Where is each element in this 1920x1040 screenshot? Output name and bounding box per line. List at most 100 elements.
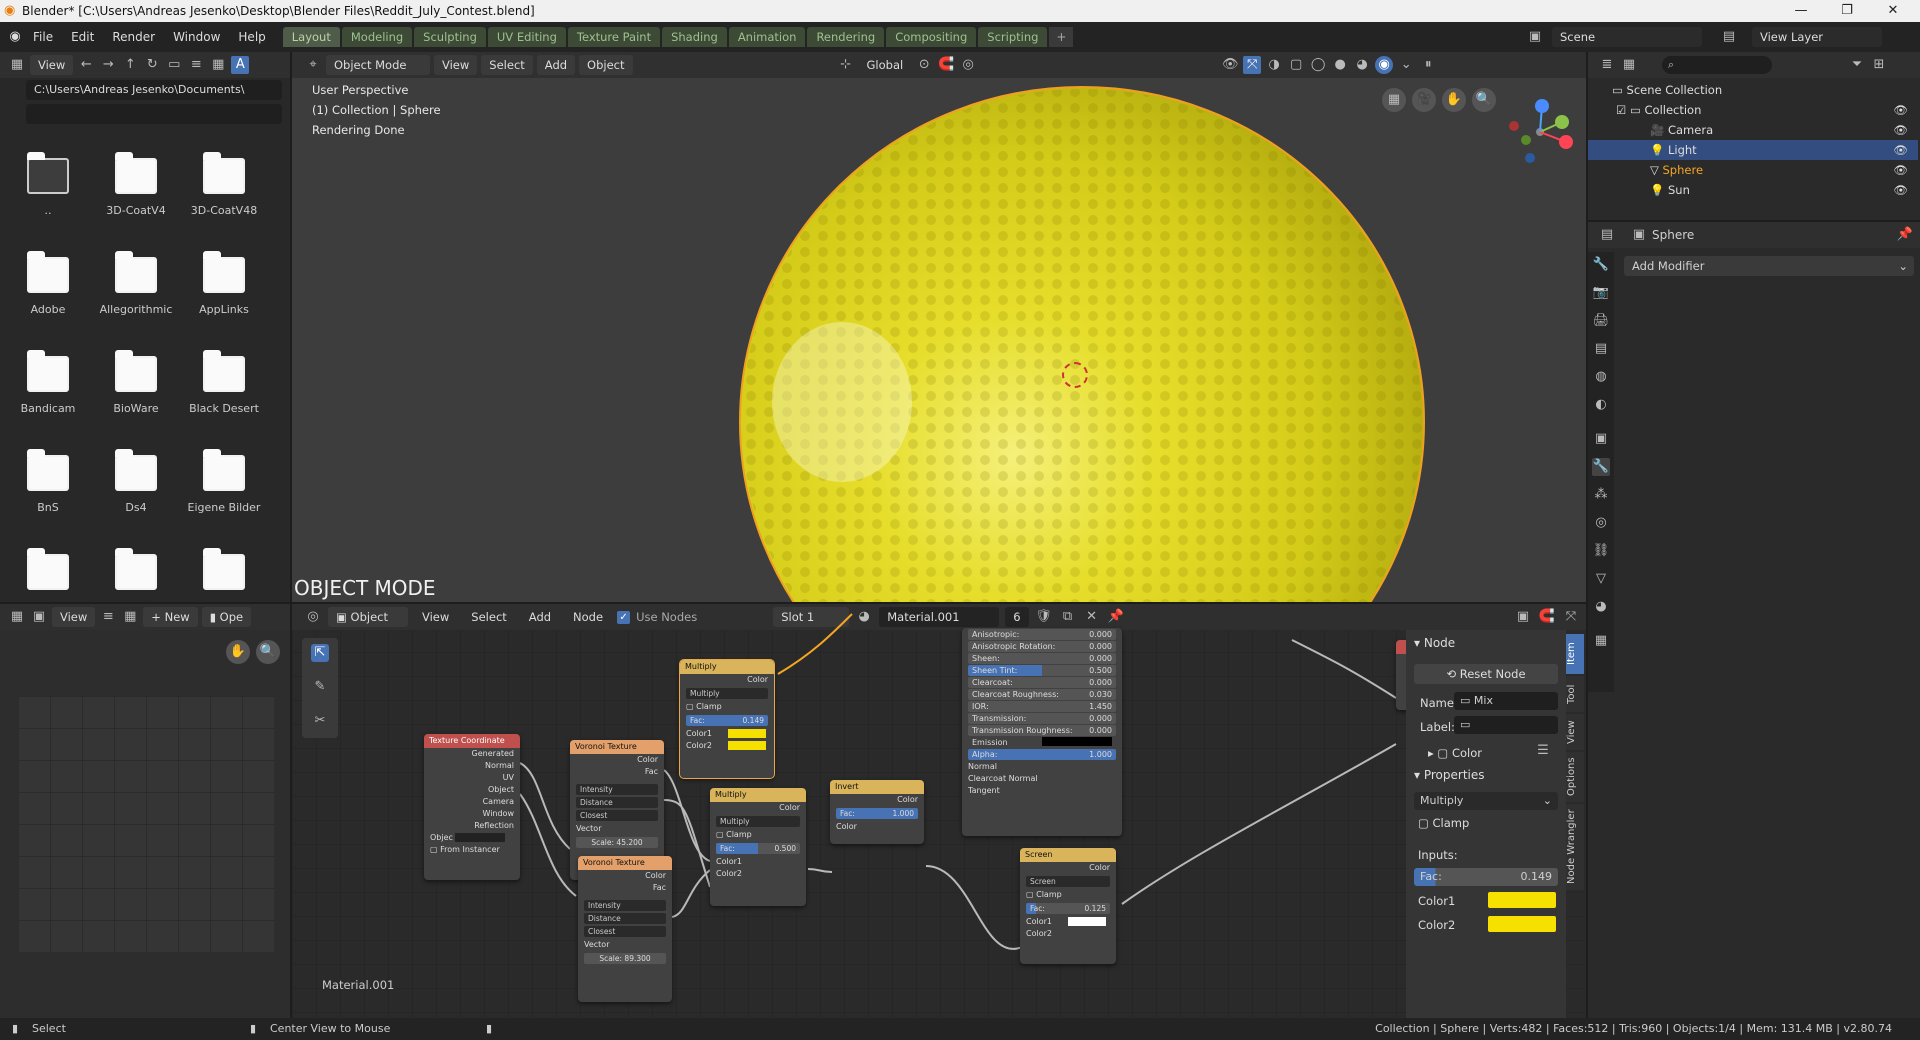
bsdf-field[interactable]: Clearcoat Roughness: 0.030 [968, 689, 1116, 700]
feature-dropdown[interactable]: Closest [584, 926, 666, 937]
node-editor[interactable]: ◎ ▣ Object View Select Add Node ✓ Use No… [292, 604, 1586, 1018]
outliner-item-sphere[interactable]: ▽ Sphere 👁 [1588, 160, 1918, 180]
blend-type-dropdown[interactable]: Multiply [686, 688, 768, 699]
object-tab-icon[interactable]: ▣ [1592, 430, 1610, 448]
file-item[interactable]: Allegorithmic [96, 251, 176, 316]
texture-tab-icon[interactable]: ▦ [1592, 632, 1610, 650]
image-view-menu[interactable]: View [52, 607, 96, 627]
node-color-toggle[interactable]: ▸ ▢ Color [1428, 746, 1482, 760]
sidebar-tab-tool[interactable]: Tool [1566, 676, 1584, 712]
node-mix-multiply[interactable]: Multiply Color Multiply ▢ Clamp Fac: 0.50… [710, 788, 806, 906]
thumbnail-view-icon[interactable]: ▦ [209, 56, 227, 74]
visibility-eye-icon[interactable]: 👁 [1893, 100, 1908, 120]
mode-icon[interactable]: ▣ [30, 608, 48, 626]
file-item[interactable]: .. [8, 152, 88, 217]
bsdf-field[interactable]: Anisotropic: 0.000 [968, 629, 1116, 640]
coloring-dropdown[interactable]: Intensity [584, 900, 666, 911]
close-icon[interactable]: ✕ [1870, 0, 1916, 22]
minimize-icon[interactable]: — [1778, 0, 1824, 22]
file-item[interactable]: Black Desert [184, 350, 264, 415]
camera-view-icon[interactable]: 🎥 [1412, 88, 1436, 112]
node-texture-coordinate[interactable]: Texture Coordinate Generated Normal UV O… [424, 734, 520, 880]
tab-modeling[interactable]: Modeling [341, 27, 413, 47]
color-swatch[interactable] [1068, 917, 1106, 926]
menu-render[interactable]: Render [103, 30, 164, 44]
outliner-collection[interactable]: ☑ ▭ Collection 👁 [1588, 100, 1918, 120]
editor-type-icon[interactable]: ▤ [1598, 226, 1616, 244]
color2-swatch[interactable] [1488, 916, 1556, 932]
constraints-tab-icon[interactable]: ⛓ [1592, 542, 1610, 560]
fac-field[interactable]: Fac: 0.500 [716, 843, 800, 854]
new-folder-icon[interactable]: ▭ [165, 56, 183, 74]
scale-field[interactable]: Scale: 45.200 [576, 837, 658, 848]
node-principled-bsdf[interactable]: Anisotropic: 0.000 Anisotropic Rotation: 0… [962, 628, 1122, 836]
outliner-item-camera[interactable]: 🎥 Camera 👁 [1588, 120, 1918, 140]
color-swatch[interactable] [1042, 737, 1112, 746]
bsdf-field[interactable]: Transmission Roughness: 0.000 [968, 725, 1116, 736]
node-header[interactable]: Multiply [680, 660, 774, 674]
node-voronoi-texture[interactable]: Voronoi Texture Color Fac Intensity Dist… [578, 856, 672, 1002]
node-header[interactable]: Invert [830, 780, 924, 794]
tab-shading[interactable]: Shading [662, 27, 727, 47]
feature-dropdown[interactable]: Closest [576, 810, 658, 821]
clamp-checkbox[interactable]: ▢ Clamp [680, 701, 774, 713]
sidebar-tab-view[interactable]: View [1566, 714, 1584, 750]
tab-scripting[interactable]: Scripting [978, 27, 1048, 47]
forward-icon[interactable]: → [99, 56, 117, 74]
file-item[interactable]: Ds4 [96, 449, 176, 514]
blender-menu-icon[interactable]: ◉ [6, 28, 24, 46]
file-item[interactable] [96, 548, 176, 600]
modifier-tab-icon[interactable]: 🔧 [1592, 458, 1610, 476]
tab-texture-paint[interactable]: Texture Paint [567, 27, 661, 47]
color1-row[interactable]: Color1 [1020, 916, 1116, 928]
menu-edit[interactable]: Edit [62, 30, 103, 44]
view-layer-icon[interactable]: ▤ [1720, 28, 1738, 46]
fb-view-menu[interactable]: View [30, 55, 74, 75]
clamp-checkbox[interactable]: ▢ Clamp [1020, 889, 1116, 901]
outliner-item-sun[interactable]: 💡 Sun 👁 [1588, 180, 1918, 200]
tab-animation[interactable]: Animation [728, 27, 806, 47]
node-header[interactable]: Voronoi Texture [570, 740, 664, 754]
output-tab-icon[interactable]: 🖨 [1592, 312, 1610, 330]
particles-tab-icon[interactable]: ⁂ [1592, 486, 1610, 504]
coloring-dropdown[interactable]: Intensity [576, 784, 658, 795]
file-item[interactable] [8, 548, 88, 600]
add-modifier-dropdown[interactable]: Add Modifier ⌄ [1624, 256, 1914, 276]
image-browse-icon[interactable]: ▦ [121, 608, 139, 626]
file-item[interactable]: BnS [8, 449, 88, 514]
refresh-icon[interactable]: ↻ [143, 56, 161, 74]
grid-toggle-icon[interactable]: ▦ [1382, 88, 1406, 112]
bsdf-field[interactable]: IOR: 1.450 [968, 701, 1116, 712]
bsdf-field[interactable]: Clearcoat: 0.000 [968, 677, 1116, 688]
data-tab-icon[interactable]: ▽ [1592, 570, 1610, 588]
tool-tab-icon[interactable]: 🔧 [1592, 256, 1610, 274]
pan-hand-icon[interactable]: ✋ [1442, 88, 1466, 112]
metric-dropdown[interactable]: Distance [576, 797, 658, 808]
scene-tab-icon[interactable]: ◍ [1592, 368, 1610, 386]
outliner-item-light[interactable]: 💡 Light 👁 [1588, 140, 1918, 160]
bsdf-field[interactable]: Sheen Tint: 0.500 [968, 665, 1116, 676]
view-layer-selector[interactable]: View Layer [1752, 27, 1882, 47]
scale-field[interactable]: Scale: 89.300 [584, 953, 666, 964]
zoom-icon[interactable]: 🔍 [256, 640, 280, 664]
file-item[interactable]: AppLinks [184, 251, 264, 316]
bsdf-field[interactable]: Anisotropic Rotation: 0.000 [968, 641, 1116, 652]
physics-tab-icon[interactable]: ◎ [1592, 514, 1610, 532]
outliner-scene-collection[interactable]: ▭ Scene Collection [1588, 80, 1918, 100]
color2-row[interactable]: Color2 [680, 740, 774, 752]
editor-type-icon[interactable]: ▦ [8, 608, 26, 626]
bsdf-field[interactable]: Transmission: 0.000 [968, 713, 1116, 724]
visibility-eye-icon[interactable]: 👁 [1893, 140, 1908, 160]
blend-type-dropdown[interactable]: Multiply ⌄ [1414, 792, 1558, 810]
clamp-checkbox[interactable]: ▢ Clamp [1418, 816, 1469, 830]
visibility-eye-icon[interactable]: 👁 [1893, 120, 1908, 140]
emission-row[interactable]: Emission [968, 737, 1116, 748]
view-layer-tab-icon[interactable]: ▤ [1592, 340, 1610, 358]
tab-uv-editing[interactable]: UV Editing [487, 27, 566, 47]
metric-dropdown[interactable]: Distance [584, 913, 666, 924]
filter-icon[interactable]: ⏷ [1848, 56, 1866, 74]
add-workspace-button[interactable]: + [1049, 27, 1074, 47]
node-panel-header[interactable]: ▾ Node [1414, 636, 1455, 650]
fac-field[interactable]: Fac: 1.000 [836, 808, 918, 819]
uv-grid[interactable] [18, 696, 274, 952]
